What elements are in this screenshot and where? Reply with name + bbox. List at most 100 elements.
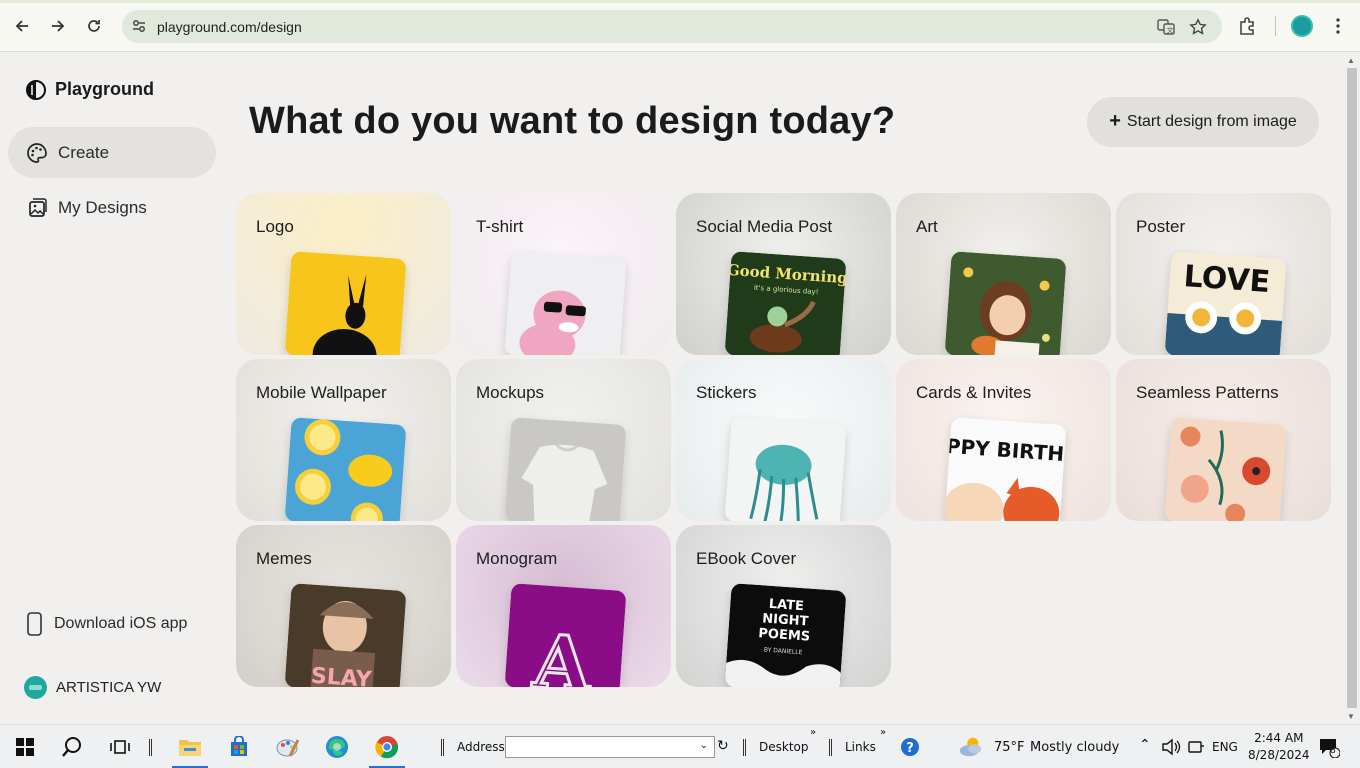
design-card-poster[interactable]: Poster LOVE [1116, 193, 1331, 355]
browser-toolbar: playground.com/design 文 [0, 0, 1360, 52]
design-card-ebook-cover[interactable]: EBook Cover LATE NIGHT POEMS BY DANIELLE [676, 525, 891, 687]
card-thumbnail [284, 251, 407, 355]
gallery-icon [29, 197, 47, 217]
kebab-menu-icon[interactable] [1329, 14, 1347, 38]
toolbar-grip[interactable] [441, 739, 444, 756]
card-title: EBook Cover [696, 549, 797, 568]
speaker-volume-icon[interactable] [1158, 734, 1184, 760]
card-thumbnail [944, 251, 1067, 355]
start-button-label: Start design from image [1126, 113, 1297, 130]
card-thumbnail [724, 417, 847, 521]
toolbar-grip[interactable] [743, 739, 746, 756]
taskbar-divider [149, 739, 152, 756]
notification-center-icon[interactable]: 8 [1316, 734, 1342, 760]
weather-temperature[interactable]: 75°F [994, 740, 1025, 755]
translate-icon[interactable]: 文 [1156, 17, 1176, 37]
avatar [24, 676, 47, 699]
chevron-down-icon[interactable]: ⌄ [700, 740, 708, 751]
toolbar-grip[interactable] [829, 739, 832, 756]
design-card-monogram[interactable]: Monogram A [456, 525, 671, 687]
notification-count-badge: 8 [1330, 746, 1336, 756]
card-title: Stickers [696, 383, 757, 402]
card-thumbnail [504, 417, 627, 521]
design-card-mobile-wallpaper[interactable]: Mobile Wallpaper [236, 359, 451, 521]
sidebar-item-label: My Designs [58, 197, 147, 217]
scroll-up-icon[interactable]: ▲ [1347, 56, 1355, 65]
page-scrollbar[interactable]: ▲ ▼ [1344, 52, 1360, 724]
help-icon[interactable]: ? [897, 734, 923, 760]
store-icon[interactable] [226, 734, 252, 760]
palette-icon [27, 142, 47, 163]
extensions-puzzle-icon[interactable] [1237, 15, 1259, 37]
card-thumbnail: LATE NIGHT POEMS BY DANIELLE [724, 583, 847, 687]
playground-logo-icon [26, 79, 46, 100]
url-text[interactable]: playground.com/design [157, 19, 302, 35]
phone-icon [27, 612, 42, 636]
card-title: Cards & Invites [916, 383, 1032, 402]
paint-icon[interactable] [275, 734, 301, 760]
design-card-social-media-post[interactable]: Social Media Post Good Morning it's a glo… [676, 193, 891, 355]
language-indicator[interactable]: ENG [1212, 740, 1238, 754]
design-card-logo[interactable]: Logo [236, 193, 451, 355]
brand[interactable]: Playground [26, 79, 154, 100]
chevron-up-icon[interactable]: ⌃ [1139, 737, 1151, 753]
card-thumbnail: LOVE [1164, 251, 1287, 355]
windows-taskbar: Address ⌄ ↻ Desktop » Links » ? 75°F Mos… [0, 724, 1360, 768]
file-explorer-icon[interactable] [177, 734, 203, 760]
card-title: Seamless Patterns [1136, 383, 1279, 402]
download-ios-link[interactable]: Download iOS app [26, 612, 187, 636]
weather-description[interactable]: Mostly cloudy [1030, 740, 1119, 755]
toolbar-divider [1275, 16, 1276, 36]
clock-time: 2:44 AM [1254, 731, 1304, 745]
address-refresh-icon[interactable]: ↻ [717, 738, 729, 754]
weather-cloudy-icon[interactable] [958, 734, 984, 760]
site-info-icon[interactable] [130, 17, 148, 35]
svg-text:?: ? [906, 741, 914, 756]
card-title: T-shirt [476, 217, 524, 236]
card-thumbnail: A [504, 583, 627, 687]
sidebar-item-my-designs[interactable]: My Designs [8, 182, 216, 233]
network-icon[interactable] [1183, 734, 1209, 760]
desktop-overflow-chevron-icon[interactable]: » [810, 727, 816, 738]
design-card-art[interactable]: Art [896, 193, 1111, 355]
address-bar[interactable]: playground.com/design 文 [122, 10, 1222, 43]
design-card-mockups[interactable]: Mockups [456, 359, 671, 521]
chrome-browser-icon[interactable] [374, 734, 400, 760]
bookmark-star-icon[interactable] [1188, 17, 1208, 37]
system-clock[interactable]: 2:44 AM 8/28/2024 [1248, 730, 1310, 764]
plus-icon: + [1109, 109, 1121, 132]
scrollbar-thumb[interactable] [1347, 68, 1357, 708]
taskbar-address-input[interactable]: ⌄ [505, 736, 715, 758]
windows-start-icon[interactable] [12, 734, 38, 760]
search-icon[interactable] [59, 734, 85, 760]
sidebar-item-label: Create [58, 142, 110, 162]
links-toolbar-label[interactable]: Links [845, 740, 876, 754]
clock-date: 8/28/2024 [1248, 748, 1310, 762]
forward-arrow-icon[interactable] [45, 13, 71, 39]
card-thumbnail: SLAY [284, 583, 407, 687]
design-card-memes[interactable]: Memes SLAY [236, 525, 451, 687]
desktop-toolbar-label[interactable]: Desktop [759, 740, 809, 754]
thumb-text: SLAY [310, 664, 373, 687]
address-toolbar-label: Address [457, 740, 505, 754]
start-design-from-image-button[interactable]: + Start design from image [1087, 97, 1319, 147]
page-title: What do you want to design today? [249, 100, 896, 142]
design-card-stickers[interactable]: Stickers [676, 359, 891, 521]
task-view-icon[interactable] [107, 734, 133, 760]
card-title: Mockups [476, 383, 545, 402]
design-card-cards-invites[interactable]: Cards & Invites APPY BIRTHD [896, 359, 1111, 521]
sidebar-item-create[interactable]: Create [8, 127, 216, 178]
design-card-tshirt[interactable]: T-shirt [456, 193, 671, 355]
links-overflow-chevron-icon[interactable]: » [880, 727, 886, 738]
edge-browser-icon[interactable] [324, 734, 350, 760]
reload-icon[interactable] [81, 13, 107, 39]
download-label: Download iOS app [54, 615, 188, 632]
user-account[interactable]: ARTISTICA YW [24, 676, 161, 699]
back-arrow-icon[interactable] [9, 13, 35, 39]
profile-avatar-icon[interactable] [1291, 15, 1313, 37]
scroll-down-icon[interactable]: ▼ [1347, 712, 1355, 721]
card-thumbnail [1164, 417, 1287, 521]
card-thumbnail [504, 251, 627, 355]
card-title: Art [916, 217, 938, 236]
design-card-seamless-patterns[interactable]: Seamless Patterns [1116, 359, 1331, 521]
